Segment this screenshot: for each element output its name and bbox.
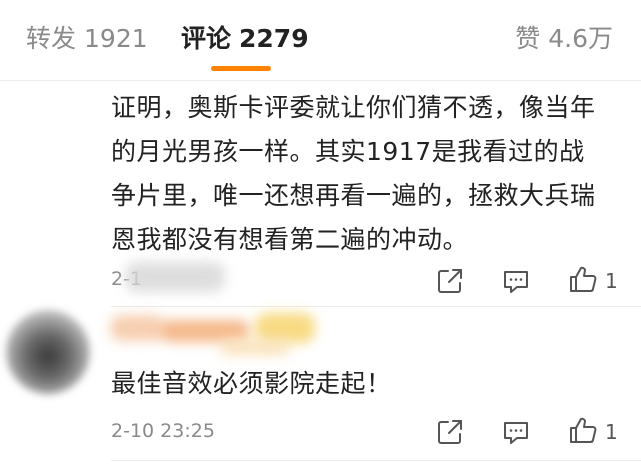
username-redaction <box>220 338 290 356</box>
comment-1-text: 证明，奥斯卡评委就让你们猜不透，像当年 的月光男孩一样。其实1917是我看过的战… <box>111 86 631 262</box>
comment-1-line-2: 的月光男孩一样。其实1917是我看过的战 <box>111 137 585 166</box>
tab-repost[interactable]: 转发 1921 <box>26 22 148 56</box>
thumbs-up-icon[interactable] <box>568 415 598 445</box>
comment-2-time: 2-10 23:25 <box>111 420 215 442</box>
weibo-comments-screen: 转发 1921 评论 2279 赞 4.6万 证明，奥斯卡评委就让你们猜不透，像当年 … <box>0 0 641 464</box>
avatar[interactable] <box>6 310 90 394</box>
comment-divider <box>111 306 641 307</box>
share-icon[interactable] <box>436 418 464 446</box>
comment-2-line-1: 最佳音效必须影院走起！ <box>111 369 392 398</box>
share-icon[interactable] <box>436 267 464 295</box>
active-tab-indicator <box>211 66 271 71</box>
tab-divider <box>0 80 641 81</box>
tab-comments-label: 评论 <box>181 24 232 53</box>
reply-icon[interactable] <box>502 418 530 446</box>
comment-1-time-redaction <box>125 262 225 292</box>
tab-likes-label: 赞 <box>515 24 541 53</box>
comment-divider <box>111 460 641 461</box>
tab-repost-label: 转发 <box>26 24 77 53</box>
tab-repost-count: 1921 <box>84 24 148 53</box>
comment-2-like-count: 1 <box>605 420 618 444</box>
comment-1-line-1: 证明，奥斯卡评委就让你们猜不透，像当年 <box>111 93 596 122</box>
tab-bar: 转发 1921 评论 2279 赞 4.6万 <box>0 0 641 80</box>
comment-1-line-3: 争片里，唯一还想再看一遍的，拯救大兵瑞 <box>111 181 596 210</box>
username-redaction <box>110 315 165 341</box>
comment-1-line-4: 恩我都没有想看第二遍的冲动。 <box>111 225 469 254</box>
comment-2-text: 最佳音效必须影院走起！ <box>111 362 631 406</box>
tab-likes[interactable]: 赞 4.6万 <box>515 22 613 56</box>
comment-1-like-count: 1 <box>605 269 618 293</box>
tab-comments-count: 2279 <box>239 24 309 53</box>
thumbs-up-icon[interactable] <box>568 264 598 294</box>
tab-likes-count: 4.6万 <box>548 24 613 53</box>
reply-icon[interactable] <box>502 267 530 295</box>
tab-comments[interactable]: 评论 2279 <box>181 22 309 56</box>
